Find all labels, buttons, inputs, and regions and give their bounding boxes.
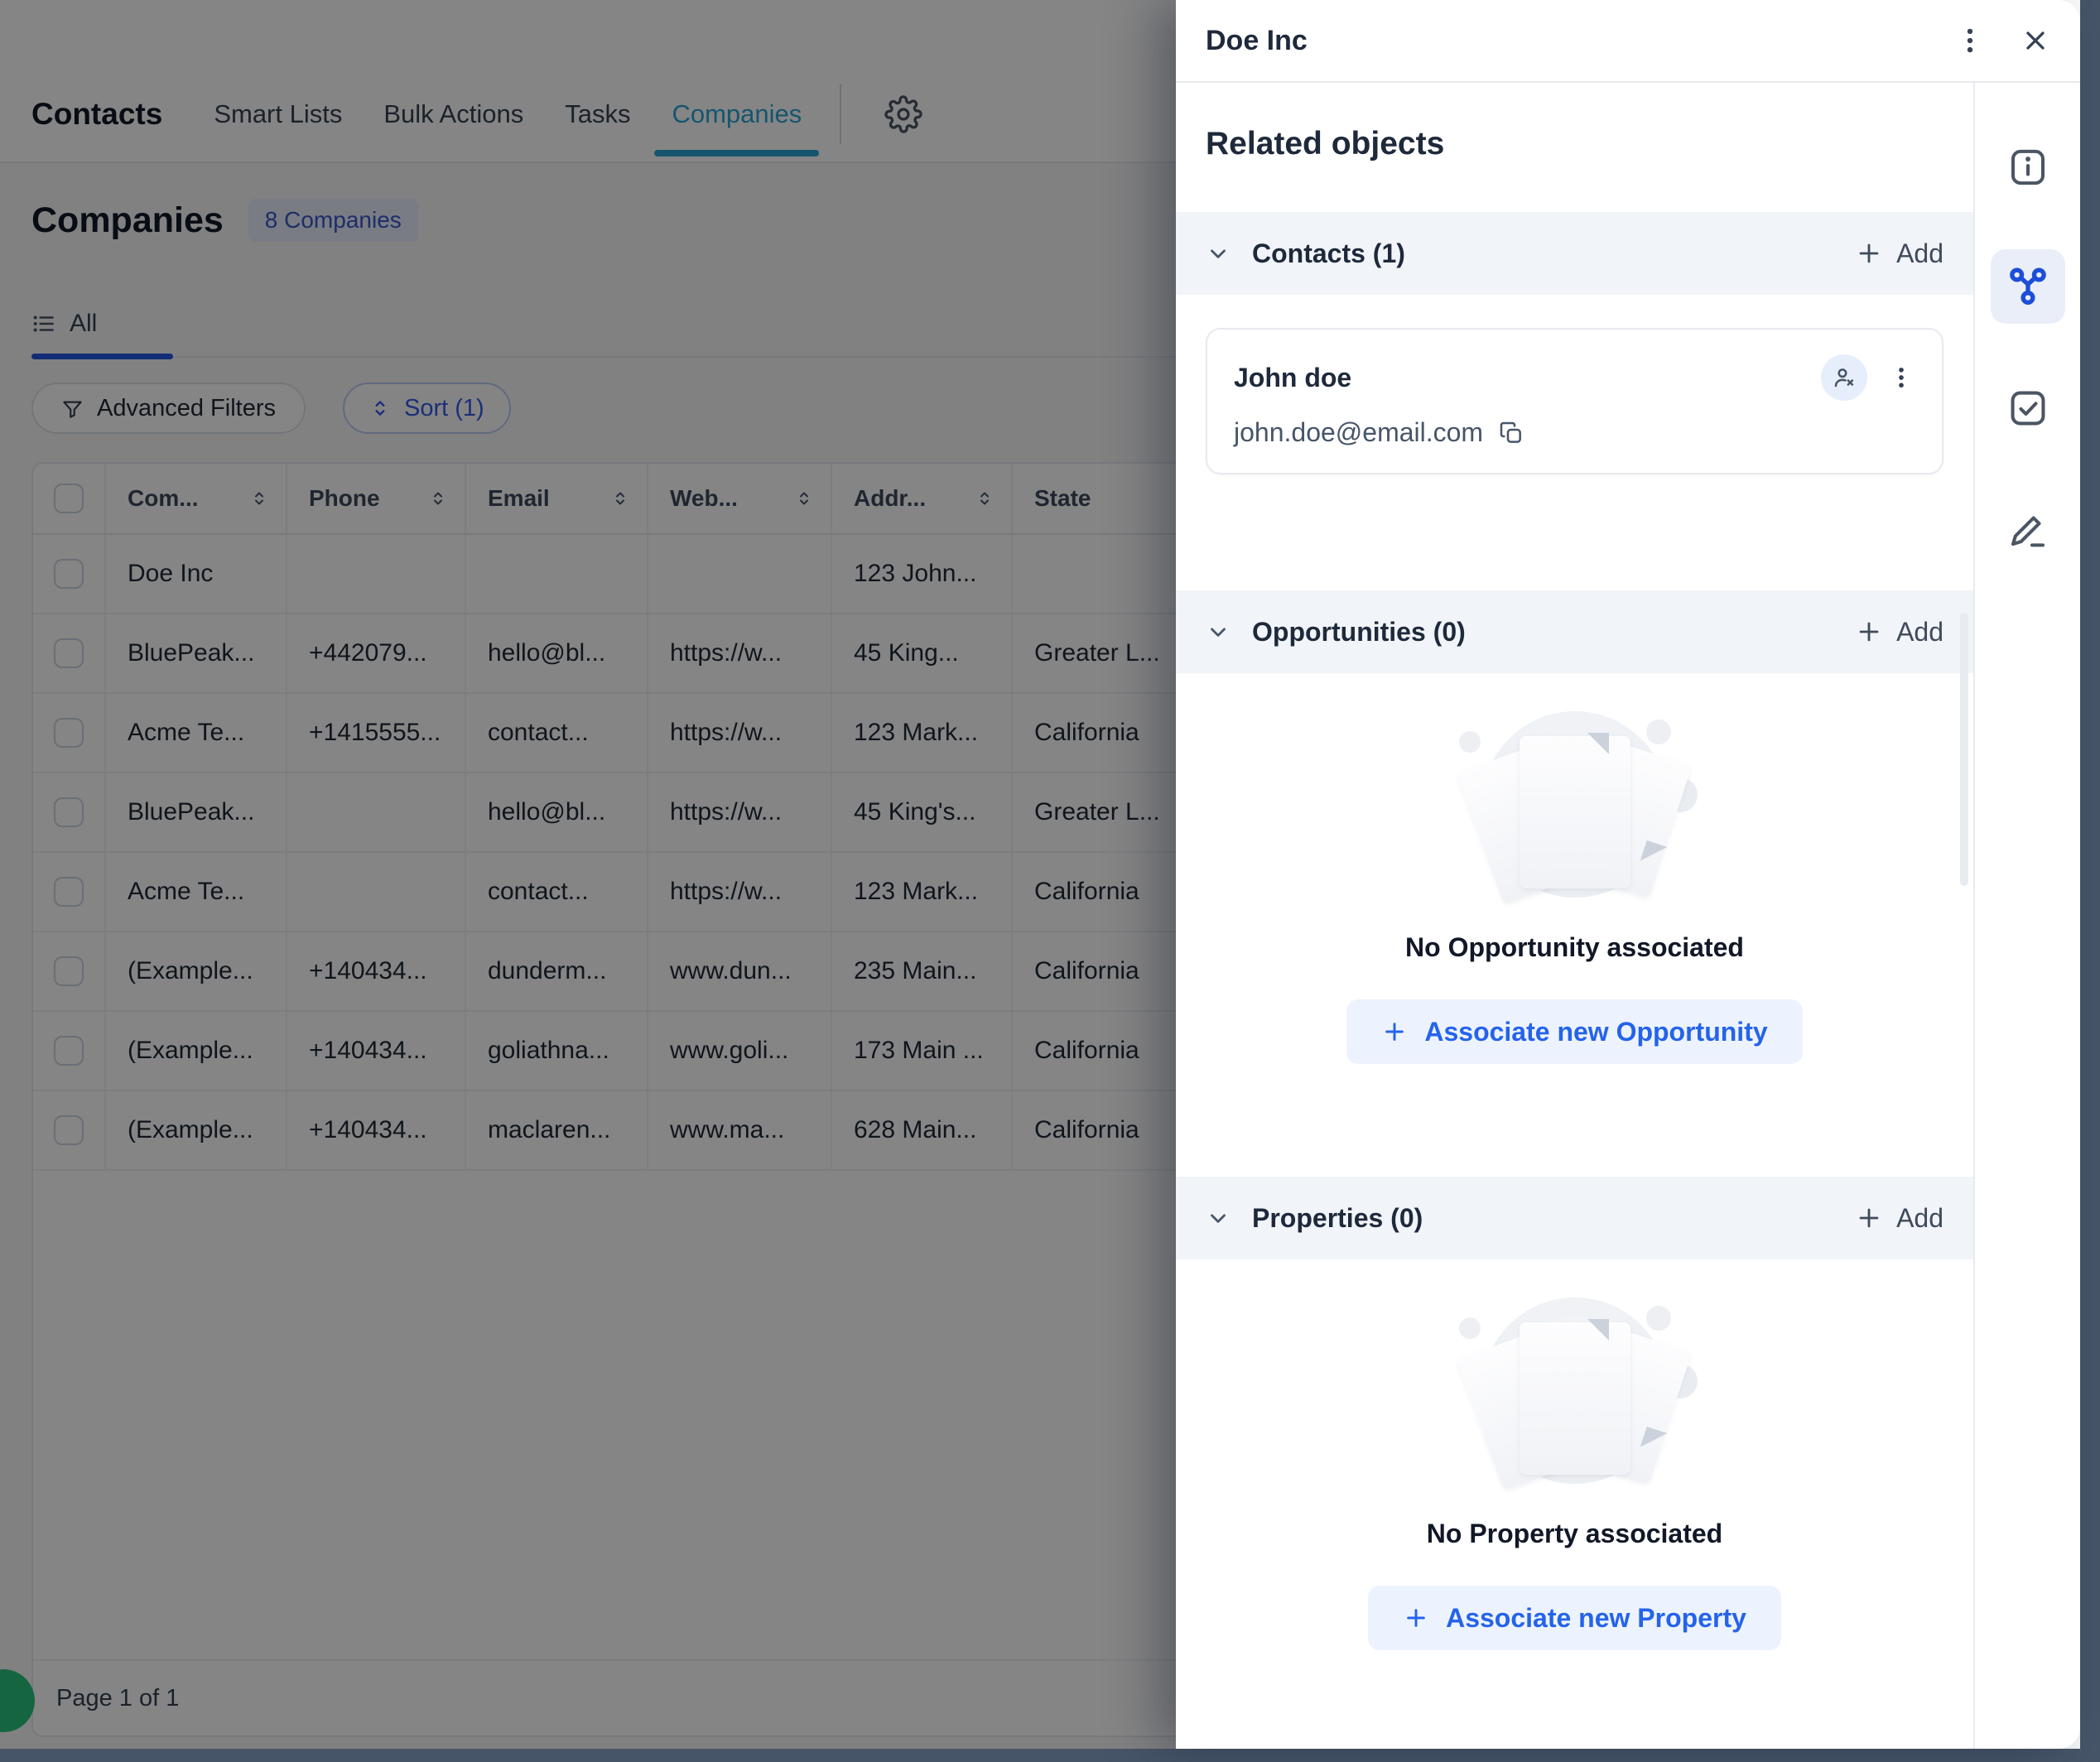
copy-icon[interactable] bbox=[1498, 420, 1524, 446]
plus-icon bbox=[1855, 618, 1883, 646]
chevron-down-icon bbox=[1206, 1206, 1231, 1230]
properties-section-label: Properties (0) bbox=[1252, 1203, 1855, 1234]
panel-header: Doe Inc bbox=[1176, 0, 2080, 83]
no-property-text: No Property associated bbox=[1176, 1519, 1973, 1549]
close-icon[interactable] bbox=[2021, 26, 2050, 55]
associate-opportunity-button[interactable]: Associate new Opportunity bbox=[1346, 999, 1802, 1064]
empty-state-illustration bbox=[1451, 705, 1699, 899]
associate-property-button[interactable]: Associate new Property bbox=[1368, 1586, 1781, 1650]
empty-state-illustration bbox=[1451, 1291, 1699, 1485]
section-header-opportunities[interactable]: Opportunities (0) Add bbox=[1176, 590, 1973, 673]
hub-associations-icon bbox=[2005, 263, 2051, 310]
panel-body: Related objects Contacts (1) Add John do… bbox=[1176, 83, 1973, 1749]
contact-name: John doe bbox=[1234, 363, 1821, 393]
chevron-down-icon bbox=[1206, 619, 1231, 644]
contact-card[interactable]: John doe john.do bbox=[1206, 328, 1943, 474]
add-contact-button[interactable]: Add bbox=[1855, 238, 1943, 269]
contact-more-options-icon[interactable] bbox=[1887, 363, 1915, 392]
properties-empty-state: No Property associated Associate new Pro… bbox=[1176, 1259, 1973, 1713]
plus-icon bbox=[1403, 1605, 1429, 1631]
modal-dim-overlay[interactable] bbox=[0, 0, 1176, 1749]
chevron-down-icon bbox=[1206, 241, 1231, 266]
company-detail-panel: Doe Inc Related objects Contacts (1) Add bbox=[1176, 0, 2080, 1749]
no-opportunity-text: No Opportunity associated bbox=[1176, 932, 1973, 963]
panel-side-rail bbox=[1973, 83, 2080, 1749]
tasks-check-tab[interactable] bbox=[1991, 371, 2065, 445]
plus-icon bbox=[1381, 1018, 1408, 1045]
plus-icon bbox=[1855, 239, 1883, 267]
section-header-contacts[interactable]: Contacts (1) Add bbox=[1176, 212, 1973, 295]
section-header-properties[interactable]: Properties (0) Add bbox=[1176, 1177, 1973, 1259]
opportunities-empty-state: No Opportunity associated Associate new … bbox=[1176, 673, 1973, 1127]
remove-contact-association-button[interactable] bbox=[1821, 354, 1867, 401]
pencil-line-icon bbox=[2006, 507, 2050, 551]
panel-scrollbar[interactable] bbox=[1960, 613, 1968, 886]
contacts-section-label: Contacts (1) bbox=[1252, 238, 1855, 269]
contacts-list: John doe john.do bbox=[1176, 295, 1973, 541]
details-info-tab[interactable] bbox=[1991, 130, 2065, 205]
opportunities-section-label: Opportunities (0) bbox=[1252, 617, 1855, 648]
add-property-button[interactable]: Add bbox=[1855, 1203, 1943, 1234]
contact-email: john.doe@email.com bbox=[1234, 417, 1483, 448]
person-x-icon bbox=[1831, 364, 1857, 391]
related-objects-title: Related objects bbox=[1206, 126, 1973, 162]
add-opportunity-button[interactable]: Add bbox=[1855, 617, 1943, 648]
info-icon bbox=[2006, 145, 2050, 190]
panel-more-options-icon[interactable] bbox=[1954, 25, 1986, 56]
notes-edit-tab[interactable] bbox=[1991, 492, 2065, 566]
check-square-icon bbox=[2006, 386, 2050, 431]
plus-icon bbox=[1855, 1204, 1883, 1232]
related-objects-tab[interactable] bbox=[1991, 249, 2065, 324]
panel-title: Doe Inc bbox=[1206, 25, 1954, 57]
